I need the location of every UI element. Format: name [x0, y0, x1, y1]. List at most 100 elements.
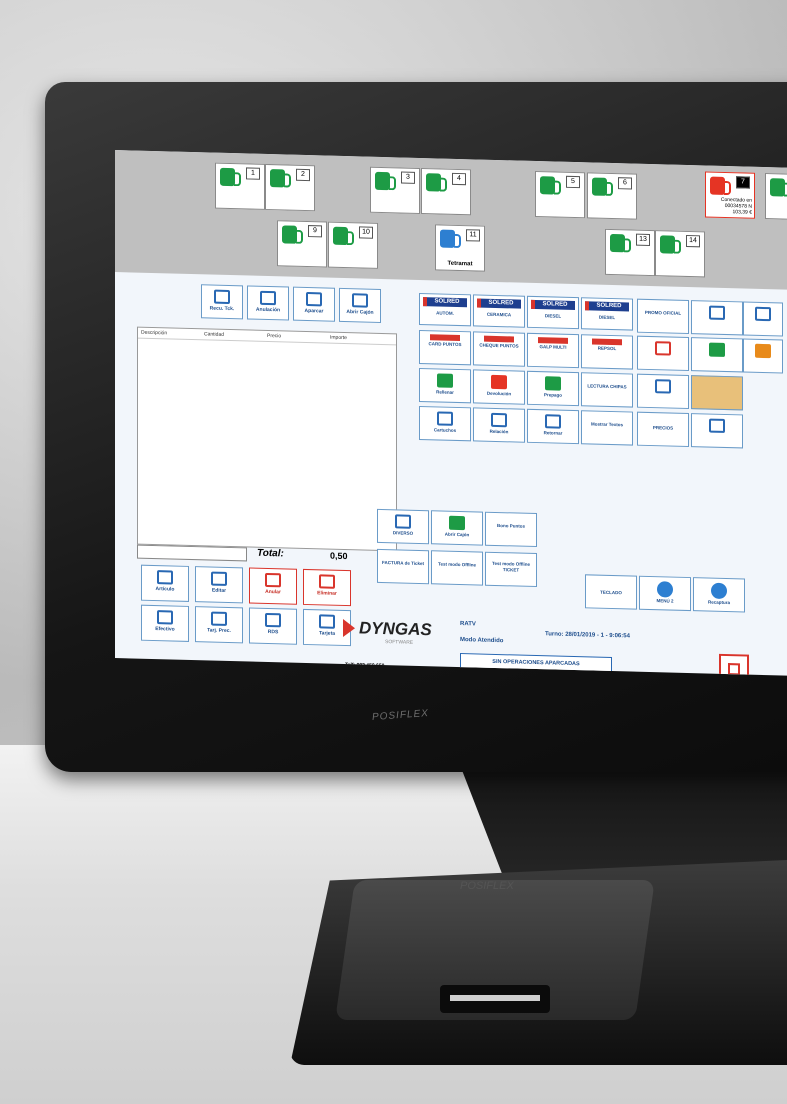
pump-5[interactable]: 5: [535, 170, 585, 219]
brand-badge: [592, 338, 622, 346]
document-icon: [214, 289, 230, 305]
shower-button[interactable]: [691, 413, 743, 449]
brand-badge: [538, 337, 568, 344]
prices-button[interactable]: PRECIOS: [637, 411, 689, 448]
pump-7[interactable]: 7 Conectado en 00034578 N 103,39 €: [705, 171, 755, 219]
keypad-button[interactable]: [743, 301, 783, 337]
pump-status-line: 103,39 €: [732, 209, 752, 216]
pump-11[interactable]: 11 Tetramat: [435, 224, 485, 272]
cash-register-icon: [352, 293, 368, 308]
pump-9[interactable]: 9: [277, 220, 327, 268]
fuel-pump-icon: [660, 235, 675, 254]
gas-bottle-button[interactable]: [743, 338, 783, 374]
park-icon: [306, 292, 322, 307]
base-brand: POSIFLEX: [460, 880, 514, 892]
cart-icon: [260, 290, 276, 306]
ticket-list[interactable]: Descripción Cantidad Precio Importe: [137, 326, 397, 552]
pump-14[interactable]: 14: [655, 230, 705, 278]
pump-2[interactable]: 2: [265, 163, 315, 212]
keypad-icon: [755, 306, 771, 322]
refill-button[interactable]: Rellenar: [419, 367, 471, 404]
screen-icon: [319, 614, 335, 629]
pump-3[interactable]: 3: [370, 166, 420, 214]
offline-test-button[interactable]: Test modo Offline: [431, 550, 483, 586]
broom-icon: [319, 574, 335, 589]
gift-card-button[interactable]: [637, 335, 689, 372]
menu-2-button[interactable]: MENÚ 2: [639, 575, 691, 612]
search-icon: [157, 570, 173, 585]
arch-icon: [709, 305, 725, 320]
fuel-pump-icon: [270, 169, 285, 188]
edit-button[interactable]: Editar: [195, 566, 243, 604]
ticket-invoice-button[interactable]: FACTURA de Ticket: [377, 548, 429, 585]
solred-autom-button[interactable]: SOLRED AUTOM.: [419, 292, 471, 327]
keyboard-button[interactable]: TECLADO: [585, 574, 637, 610]
catalog-button[interactable]: [637, 373, 689, 410]
fuel-pump-icon: [610, 233, 625, 253]
pump-1[interactable]: 1: [215, 162, 265, 210]
card-button[interactable]: Tarj. Prec.: [195, 606, 243, 644]
cartridges-button[interactable]: Cartuchos: [419, 405, 471, 442]
exit-button[interactable]: [719, 653, 749, 676]
cash-button[interactable]: Efectivo: [141, 604, 189, 642]
car-wash-icon: [440, 229, 455, 248]
pump-8[interactable]: [765, 173, 787, 221]
pos-screen: 1 2 3 4 5 6 7 Conectado en 00034578 N 103,…: [115, 150, 787, 676]
arrow-right-icon: [657, 581, 673, 598]
solred-ceramica-button[interactable]: SOLRED CERAMICA: [473, 294, 525, 328]
gift-card-icon: [655, 341, 671, 356]
delete-button[interactable]: Eliminar: [303, 568, 351, 607]
operator-mode: Modo Atendido: [460, 637, 504, 645]
recapture-button[interactable]: Recaptura: [693, 577, 745, 613]
card-points-button[interactable]: CARD PUNTOS: [419, 329, 471, 366]
terminal-label: RATV: [460, 621, 476, 628]
show-texts-button[interactable]: Mostrar Textos: [581, 410, 633, 446]
fuel-pump-icon: [333, 226, 348, 246]
article-button[interactable]: Artículo: [141, 564, 189, 602]
gas-bottle-icon: [755, 343, 771, 359]
arrow-right-icon: [711, 582, 727, 600]
card-icon: [211, 611, 227, 626]
shift-info: Turno: 28/01/2019 - 1 - 9:06:54: [545, 631, 630, 640]
galp-multi-button[interactable]: GALP MULTI: [527, 332, 579, 369]
pump-10[interactable]: 10: [328, 221, 378, 269]
bonus-points-button[interactable]: Bono Puntos: [485, 511, 537, 548]
col-price: Precio: [267, 332, 282, 340]
diverso-button[interactable]: DIVERSO: [377, 508, 429, 545]
open-drawer-2-button[interactable]: Abrir Cajón: [431, 510, 483, 546]
cancel-button[interactable]: Anulación: [247, 285, 289, 321]
cheque-points-button[interactable]: CHEQUE PUNTOS: [473, 331, 525, 367]
total-label: Total:: [257, 547, 284, 560]
fuel-pump-icon: [426, 173, 441, 192]
total-input[interactable]: [137, 544, 247, 562]
solred-diesel-button[interactable]: SOLRED DIESEL: [527, 295, 579, 330]
void-button[interactable]: Anular: [249, 567, 297, 605]
fuel-pump-icon: [437, 373, 453, 388]
ticket-header: Descripción Cantidad Precio Importe: [138, 327, 396, 346]
rds-button[interactable]: RDS: [249, 607, 297, 645]
cup-icon: [491, 412, 507, 428]
prepay-button[interactable]: Prepago: [527, 370, 579, 407]
repsol-button[interactable]: REPSOL: [581, 334, 633, 370]
cartridge-icon: [437, 411, 453, 426]
offline-ticket-test-button[interactable]: Test modo Offline TICKET: [485, 551, 537, 588]
receipt-slot: [440, 985, 550, 1013]
chip-reading-button[interactable]: LECTURA CHIPAS: [581, 372, 633, 408]
fuel-pump-icon: [491, 374, 507, 390]
return-fuel-button[interactable]: Devolución: [473, 369, 525, 405]
pump-13[interactable]: 13: [605, 228, 655, 277]
pump-6[interactable]: 6: [587, 172, 637, 220]
arch-logo-button[interactable]: [691, 300, 743, 336]
solred-diesel-2-button[interactable]: SOLRED DIESEL: [581, 297, 633, 331]
promo-button[interactable]: PROMO OFICIAL: [637, 298, 689, 335]
return-button[interactable]: Retornar: [527, 408, 579, 445]
park-button[interactable]: Aparcar: [293, 286, 335, 322]
open-drawer-button[interactable]: Abrir Cajón: [339, 287, 381, 323]
relation-button[interactable]: Relación: [473, 407, 525, 443]
pump-4[interactable]: 4: [421, 168, 471, 216]
col-amount: Importe: [330, 334, 347, 342]
exit-sign-button[interactable]: [691, 337, 743, 373]
bread-button[interactable]: [691, 375, 743, 411]
recover-ticket-button[interactable]: Recu. Tck.: [201, 284, 243, 320]
pump-area: 1 2 3 4 5 6 7 Conectado en 00034578 N 103,…: [115, 150, 787, 290]
